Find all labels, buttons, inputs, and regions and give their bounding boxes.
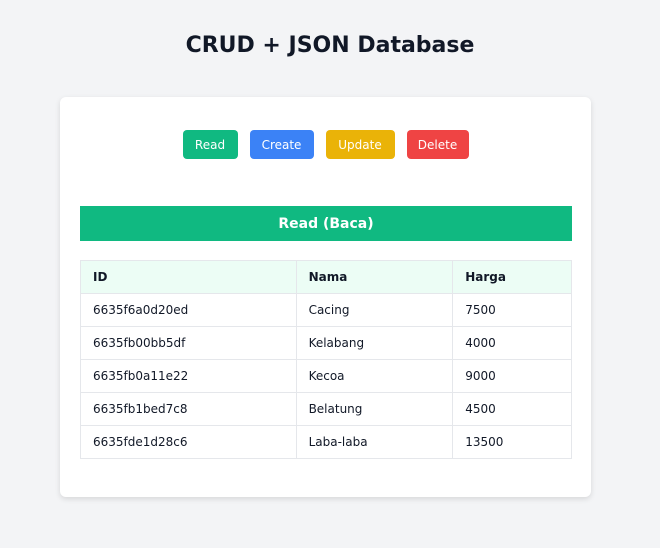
cell-nama: Cacing bbox=[295, 293, 454, 327]
data-table: ID Nama Harga 6635f6a0d20ed Cacing 7500 … bbox=[80, 260, 572, 459]
table-row: 6635fb00bb5df Kelabang 4000 bbox=[80, 326, 572, 360]
update-button[interactable]: Update bbox=[325, 130, 395, 159]
read-button[interactable]: Read bbox=[182, 130, 238, 159]
section-header: Read (Baca) bbox=[80, 206, 572, 241]
cell-id: 6635fb00bb5df bbox=[80, 326, 297, 360]
cell-id: 6635f6a0d20ed bbox=[80, 293, 297, 327]
cell-id: 6635fb1bed7c8 bbox=[80, 392, 297, 426]
cell-nama: Belatung bbox=[295, 392, 454, 426]
action-toolbar: Read Create Update Delete bbox=[60, 130, 591, 159]
main-card: Read Create Update Delete Read (Baca) ID… bbox=[60, 97, 591, 497]
cell-harga: 9000 bbox=[452, 359, 572, 393]
table-row: 6635fde1d28c6 Laba-laba 13500 bbox=[80, 425, 572, 459]
column-header-nama: Nama bbox=[295, 260, 454, 294]
column-header-harga: Harga bbox=[452, 260, 572, 294]
create-button[interactable]: Create bbox=[249, 130, 314, 159]
table-row: 6635fb1bed7c8 Belatung 4500 bbox=[80, 392, 572, 426]
cell-nama: Kecoa bbox=[295, 359, 454, 393]
delete-button[interactable]: Delete bbox=[406, 130, 469, 159]
cell-harga: 4500 bbox=[452, 392, 572, 426]
cell-nama: Laba-laba bbox=[295, 425, 454, 459]
column-header-id: ID bbox=[80, 260, 297, 294]
table-header-row: ID Nama Harga bbox=[80, 260, 572, 294]
table-row: 6635fb0a11e22 Kecoa 9000 bbox=[80, 359, 572, 393]
cell-id: 6635fb0a11e22 bbox=[80, 359, 297, 393]
cell-nama: Kelabang bbox=[295, 326, 454, 360]
table-row: 6635f6a0d20ed Cacing 7500 bbox=[80, 293, 572, 327]
page-title: CRUD + JSON Database bbox=[185, 33, 475, 58]
cell-id: 6635fde1d28c6 bbox=[80, 425, 297, 459]
cell-harga: 4000 bbox=[452, 326, 572, 360]
cell-harga: 13500 bbox=[452, 425, 572, 459]
cell-harga: 7500 bbox=[452, 293, 572, 327]
